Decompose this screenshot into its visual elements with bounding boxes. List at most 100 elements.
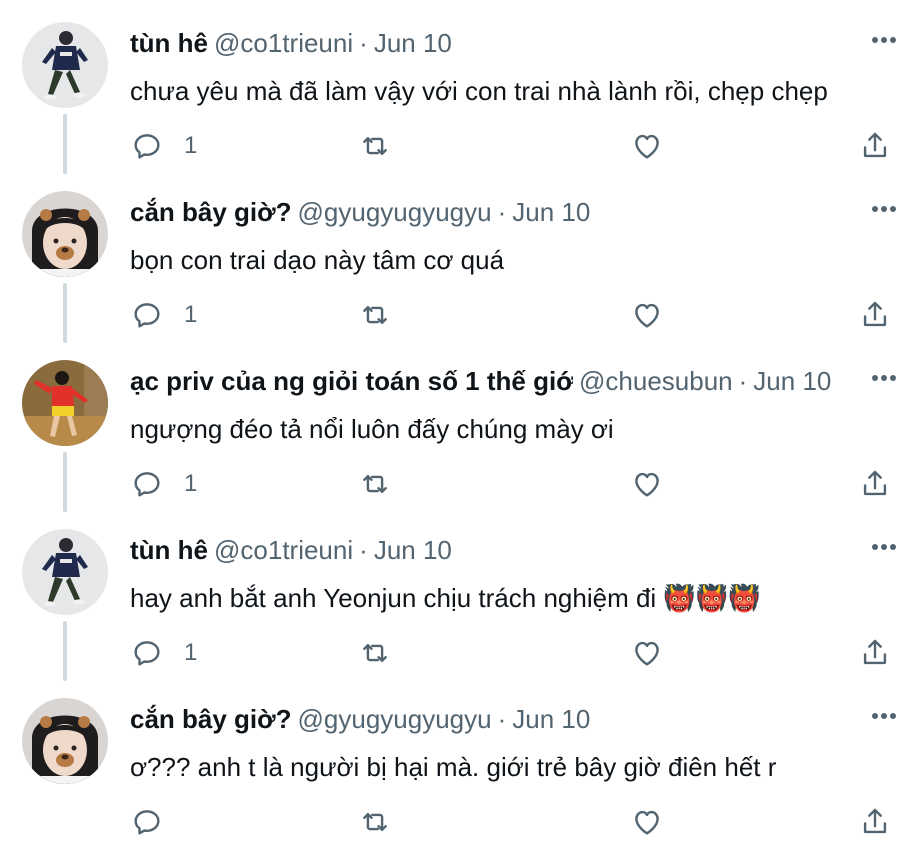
tweet-date[interactable]: Jun 10 xyxy=(374,28,452,58)
avatar-bear-filter-icon xyxy=(22,698,108,784)
retweet-button[interactable] xyxy=(358,464,392,504)
share-icon xyxy=(863,470,887,496)
display-name[interactable]: cắn bây giờ? xyxy=(130,197,292,227)
tweet-header: cắn bây giờ? @gyugyugyugyu · Jun 10 xyxy=(130,702,850,736)
tweet-date[interactable]: Jun 10 xyxy=(512,704,590,734)
tweet-text: chưa yêu mà đã làm vậy với con trai nhà … xyxy=(130,76,828,106)
like-button[interactable] xyxy=(630,464,664,504)
tweet[interactable]: cắn bây giờ? @gyugyugyugyu · Jun 10 ơ??? an… xyxy=(0,676,923,845)
avatar-person-red-shirt-icon xyxy=(22,360,108,446)
more-dots-icon xyxy=(872,713,896,719)
display-name[interactable]: tùn hê xyxy=(130,28,208,58)
share-icon xyxy=(863,639,887,665)
display-name[interactable]: ạc priv của ng giỏi toán số 1 thế giới xyxy=(130,364,573,398)
share-button[interactable] xyxy=(858,633,892,673)
reply-button[interactable]: 1 xyxy=(130,633,197,673)
reply-count: 1 xyxy=(184,132,198,159)
share-icon xyxy=(863,808,887,834)
display-name[interactable]: cắn bây giờ? xyxy=(130,704,292,734)
tweet-date[interactable]: Jun 10 xyxy=(753,366,831,396)
tweet-header: cắn bây giờ? @gyugyugyugyu · Jun 10 xyxy=(130,195,850,229)
avatar-person-jacket-icon xyxy=(22,529,108,615)
avatar-person-jacket-icon xyxy=(22,22,108,108)
reply-button[interactable]: 1 xyxy=(130,295,197,335)
thread-connector-line xyxy=(63,452,67,512)
like-icon xyxy=(635,134,659,159)
retweet-button[interactable] xyxy=(358,126,392,166)
avatar[interactable] xyxy=(22,698,108,784)
more-options-button[interactable] xyxy=(864,704,904,728)
retweet-icon xyxy=(363,813,387,831)
reply-thread: tùn hê @co1trieuni · Jun 10 chưa yêu mà đã … xyxy=(0,0,923,860)
tweet[interactable]: cắn bây giờ? @gyugyugyugyu · Jun 10 bọn con… xyxy=(0,169,923,343)
share-icon xyxy=(863,301,887,327)
like-button[interactable] xyxy=(630,295,664,335)
more-options-button[interactable] xyxy=(864,535,904,559)
more-dots-icon xyxy=(872,544,896,550)
reply-button[interactable]: 1 xyxy=(130,464,197,504)
share-button[interactable] xyxy=(858,464,892,504)
action-bar: 1 xyxy=(130,126,910,166)
more-dots-icon xyxy=(872,206,896,212)
retweet-button[interactable] xyxy=(358,633,392,673)
reply-count: 1 xyxy=(184,639,198,666)
tweet-text: hay anh bắt anh Yeonjun chịu trách nghiệ… xyxy=(130,583,761,613)
avatar[interactable] xyxy=(22,191,108,277)
action-bar: 1 xyxy=(130,464,910,504)
reply-icon xyxy=(134,472,160,497)
like-icon xyxy=(635,472,659,497)
reply-button[interactable]: 1 xyxy=(130,126,197,166)
reply-button[interactable] xyxy=(130,802,184,842)
user-handle[interactable]: @co1trieuni xyxy=(214,28,353,58)
share-button[interactable] xyxy=(858,126,892,166)
thread-connector-line xyxy=(63,283,67,343)
like-icon xyxy=(635,641,659,666)
separator-dot: · xyxy=(359,28,368,58)
tweet-text: ơ??? anh t là người bị hại mà. giới trẻ … xyxy=(130,752,777,782)
reply-count: 1 xyxy=(184,301,198,328)
retweet-icon xyxy=(363,306,387,324)
user-handle[interactable]: @co1trieuni xyxy=(214,535,353,565)
retweet-icon xyxy=(363,644,387,662)
tweet-text: ngượng đéo tả nổi luôn đấy chúng mày ơi xyxy=(130,414,614,444)
avatar[interactable] xyxy=(22,22,108,108)
more-dots-icon xyxy=(872,375,896,381)
share-button[interactable] xyxy=(858,802,892,842)
reply-icon xyxy=(134,134,160,159)
tweet-text: bọn con trai dạo này tâm cơ quá xyxy=(130,245,505,275)
tweet-date[interactable]: Jun 10 xyxy=(512,197,590,227)
more-options-button[interactable] xyxy=(864,28,904,52)
avatar-bear-filter-icon xyxy=(22,191,108,277)
retweet-button[interactable] xyxy=(358,802,392,842)
user-handle[interactable]: @gyugyugyugyu xyxy=(298,197,492,227)
separator-dot: · xyxy=(738,366,748,396)
more-options-button[interactable] xyxy=(864,197,904,221)
action-bar: 1 xyxy=(130,295,910,335)
like-icon xyxy=(635,810,659,835)
retweet-icon xyxy=(363,475,387,493)
like-icon xyxy=(635,303,659,328)
reply-icon xyxy=(134,641,160,666)
more-options-button[interactable] xyxy=(864,366,904,390)
tweet[interactable]: tùn hê @co1trieuni · Jun 10 hay anh bắt anh… xyxy=(0,507,923,681)
action-bar xyxy=(130,802,910,842)
display-name[interactable]: tùn hê xyxy=(130,535,208,565)
action-bar: 1 xyxy=(130,633,910,673)
avatar[interactable] xyxy=(22,529,108,615)
thread-connector-line xyxy=(63,621,67,681)
tweet[interactable]: ạc priv của ng giỏi toán số 1 thế giới@c… xyxy=(0,338,923,512)
like-button[interactable] xyxy=(630,126,664,166)
like-button[interactable] xyxy=(630,633,664,673)
share-button[interactable] xyxy=(858,295,892,335)
user-handle[interactable]: @gyugyugyugyu xyxy=(298,704,492,734)
retweet-button[interactable] xyxy=(358,295,392,335)
reply-icon xyxy=(134,810,160,835)
tweet[interactable]: tùn hê @co1trieuni · Jun 10 chưa yêu mà đã … xyxy=(0,0,923,174)
user-handle[interactable]: @chuesubun xyxy=(579,366,733,396)
tweet-date[interactable]: Jun 10 xyxy=(374,535,452,565)
separator-dot: · xyxy=(359,535,368,565)
tweet-header: tùn hê @co1trieuni · Jun 10 xyxy=(130,533,850,567)
avatar[interactable] xyxy=(22,360,108,446)
like-button[interactable] xyxy=(630,802,664,842)
share-icon xyxy=(863,132,887,158)
